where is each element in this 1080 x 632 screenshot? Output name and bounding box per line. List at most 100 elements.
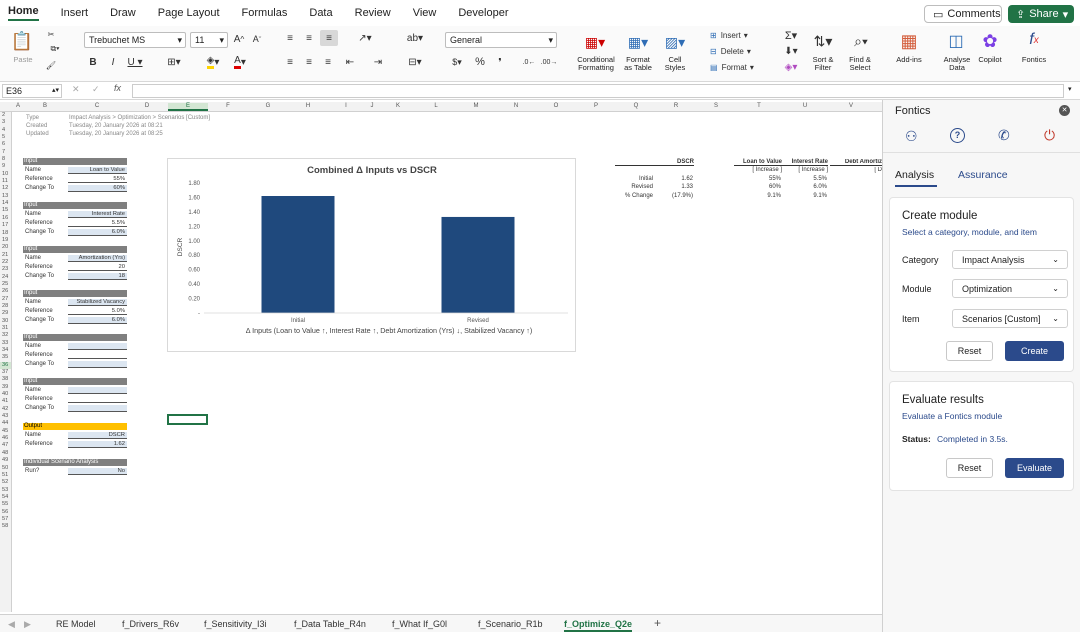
align-top-icon[interactable]: ≡ (284, 32, 296, 44)
row-header[interactable]: 39 (0, 384, 11, 391)
input-reference-cell[interactable]: 5.0% (68, 308, 127, 315)
module-select[interactable]: Optimization ⌄ (952, 279, 1068, 298)
accounting-format-icon[interactable]: $▾ (446, 56, 468, 68)
output-name-cell[interactable]: DSCR (68, 432, 127, 439)
run-value-cell[interactable]: No (68, 468, 127, 475)
row-header[interactable]: 12 (0, 185, 11, 192)
sheet-tab[interactable]: f_Drivers_R6v (122, 619, 179, 629)
bold-icon[interactable]: B (88, 56, 98, 68)
column-header[interactable]: O (536, 103, 576, 109)
sheet-tab[interactable]: RE Model (56, 619, 96, 629)
row-header[interactable]: 37 (0, 369, 11, 376)
analyse-data-icon[interactable]: ◫ (944, 30, 968, 52)
next-sheet-icon[interactable]: ▶ (24, 619, 31, 630)
fill-color-icon[interactable]: ◈ ▾ (202, 55, 224, 69)
column-header[interactable]: H (288, 103, 328, 109)
row-header[interactable]: 30 (0, 318, 11, 325)
row-header[interactable]: 23 (0, 266, 11, 273)
column-header[interactable]: M (456, 103, 496, 109)
input-name-cell[interactable] (68, 387, 127, 394)
align-left-icon[interactable]: ≡ (284, 56, 296, 68)
share-button[interactable]: ⇪ Share ▾ (1008, 5, 1074, 23)
category-select[interactable]: Impact Analysis ⌄ (952, 250, 1068, 269)
row-header[interactable]: 24 (0, 274, 11, 281)
fontics-icon[interactable]: fx (1020, 28, 1048, 52)
column-header[interactable]: Q (616, 103, 656, 109)
input-name-cell[interactable] (68, 343, 127, 350)
insert-cells-button[interactable]: ⊞ Insert ▾ (710, 29, 766, 41)
column-header[interactable]: R (656, 103, 696, 109)
column-header[interactable]: P (576, 103, 616, 109)
row-header[interactable]: 28 (0, 303, 11, 310)
row-header[interactable]: 26 (0, 288, 11, 295)
font-size-select[interactable]: 11 ▾ (190, 32, 228, 48)
column-header[interactable]: D (126, 103, 168, 109)
row-header[interactable]: 15 (0, 207, 11, 214)
row-header[interactable]: 48 (0, 450, 11, 457)
number-format-select[interactable]: General ▾ (445, 32, 557, 48)
addins-icon[interactable]: ▦ (898, 30, 920, 52)
row-header[interactable]: 29 (0, 310, 11, 317)
format-as-table-icon[interactable]: ▦▾ (622, 32, 654, 52)
output-reference-cell[interactable]: 1.62 (68, 441, 127, 448)
row-header[interactable]: 22 (0, 259, 11, 266)
cell-styles-icon[interactable]: ▨▾ (660, 32, 690, 52)
wrap-text-icon[interactable]: ab▾ (404, 32, 426, 44)
tab-insert[interactable]: Insert (61, 7, 89, 19)
underline-icon[interactable]: U ▾ (125, 56, 145, 68)
row-header[interactable]: 9 (0, 163, 11, 170)
tab-page-layout[interactable]: Page Layout (158, 7, 220, 19)
sort-filter-icon[interactable]: ⇅▾ (808, 30, 838, 52)
row-header[interactable]: 46 (0, 435, 11, 442)
align-right-icon[interactable]: ≡ (322, 56, 334, 68)
row-header[interactable]: 35 (0, 354, 11, 361)
merge-center-icon[interactable]: ⊟▾ (404, 56, 426, 68)
copilot-icon[interactable]: ✿ (978, 30, 1002, 52)
input-reference-cell[interactable]: 55% (68, 176, 127, 183)
increase-indent-icon[interactable]: ⇥ (372, 56, 384, 68)
clear-icon[interactable]: ◈▾ (780, 60, 802, 74)
row-header[interactable]: 44 (0, 420, 11, 427)
comma-style-icon[interactable]: ❜ (494, 56, 506, 69)
input-reference-cell[interactable] (68, 396, 127, 403)
help-icon[interactable]: ? (950, 128, 965, 143)
row-header[interactable]: 2 (0, 112, 11, 119)
sheet-tab[interactable]: f_Sensitivity_I3i (204, 619, 267, 629)
font-color-icon[interactable]: A ▾ (229, 55, 251, 69)
row-header[interactable]: 3 (0, 119, 11, 126)
input-change-cell[interactable]: 60% (68, 185, 127, 192)
find-select-icon[interactable]: ⌕▾ (846, 30, 876, 52)
orientation-icon[interactable]: ↗▾ (354, 32, 376, 44)
tab-analysis[interactable]: Analysis (895, 169, 937, 187)
row-header[interactable]: 55 (0, 501, 11, 508)
row-header[interactable]: 51 (0, 472, 11, 479)
tab-assurance[interactable]: Assurance (958, 169, 1008, 181)
row-header[interactable]: 38 (0, 376, 11, 383)
row-header[interactable]: 11 (0, 178, 11, 185)
row-header[interactable]: 45 (0, 428, 11, 435)
format-cells-button[interactable]: ▤ Format ▾ (710, 61, 766, 73)
row-header[interactable]: 56 (0, 509, 11, 516)
create-button[interactable]: Create (1005, 341, 1064, 361)
input-change-cell[interactable]: 6.0% (68, 317, 127, 324)
row-header[interactable]: 58 (0, 523, 11, 530)
name-box[interactable]: E36 ▴▾ (2, 84, 62, 98)
row-header[interactable]: 42 (0, 406, 11, 413)
tab-home[interactable]: Home (8, 5, 39, 21)
row-header[interactable]: 14 (0, 200, 11, 207)
column-header[interactable]: I (328, 103, 364, 109)
increase-decimal-icon[interactable]: .0← (522, 56, 536, 68)
row-header[interactable]: 20 (0, 244, 11, 251)
row-header[interactable]: 40 (0, 391, 11, 398)
row-header[interactable]: 50 (0, 465, 11, 472)
row-header[interactable]: 16 (0, 215, 11, 222)
input-name-cell[interactable]: Loan to Value (68, 167, 127, 174)
input-change-cell[interactable]: 18 (68, 273, 127, 280)
prev-sheet-icon[interactable]: ◀ (8, 619, 15, 630)
row-header[interactable]: 43 (0, 413, 11, 420)
column-header[interactable]: L (416, 103, 456, 109)
sheet-tab[interactable]: f_Scenario_R1b (478, 619, 543, 629)
row-header[interactable]: 18 (0, 230, 11, 237)
column-header[interactable]: U (782, 103, 828, 109)
align-middle-icon[interactable]: ≡ (303, 32, 315, 44)
